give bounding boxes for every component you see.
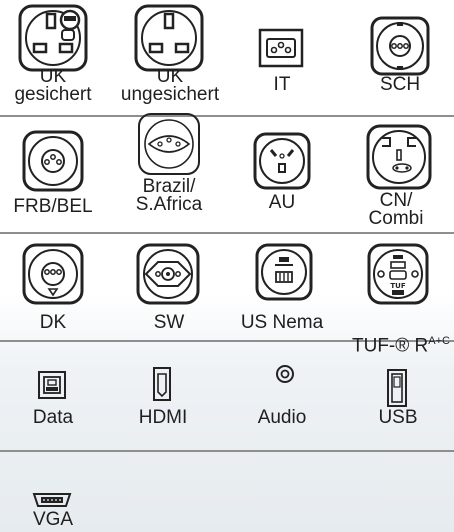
socket-label: TUF-® RA+C [340,314,454,355]
socket-label: SCH [379,74,421,95]
audio-jack-icon [274,363,296,385]
tuf-socket-icon: TUF [367,243,429,305]
hdmi-port-icon [152,366,172,402]
chinese-combi-socket-icon [366,124,432,190]
socket-label: DK [39,312,67,333]
schuko-socket-icon [370,16,430,76]
port-label: USB [378,407,418,428]
socket-label: UK ungesichert [120,66,220,105]
socket-label: IT [273,74,291,95]
port-label: Data [32,407,74,428]
row-divider [0,115,454,117]
brazil-socket-icon [137,112,201,176]
french-belgian-socket-icon [22,130,84,192]
socket-label: Brazil/ S.Africa [135,176,203,215]
socket-label: SW [153,312,185,333]
vga-port-icon [32,492,72,508]
tuf-label-text: TUF-® R [352,335,429,357]
port-label: Audio [257,407,307,428]
socket-label: UK gesichert [14,66,92,105]
ethernet-port-icon [37,370,67,400]
uk-socket-unsecured-icon [134,4,204,72]
row-divider [0,232,454,234]
port-label: HDMI [138,407,188,428]
socket-label: US Nema [240,312,324,333]
svg-text:TUF: TUF [390,282,405,290]
socket-overview: UK gesichert UK ungesichert IT SCH FRB/B… [0,0,454,532]
socket-label: FRB/BEL [13,196,93,217]
australian-socket-icon [253,132,311,190]
uk-socket-secured-icon [18,4,88,72]
danish-socket-icon [22,243,84,305]
usb-port-icon [386,368,408,408]
swiss-socket-icon [136,243,200,305]
socket-label: AU [268,192,296,213]
italian-socket-icon [258,28,304,68]
port-label: VGA [32,509,74,530]
row-divider [0,450,454,452]
socket-label: CN/ Combi [368,190,424,229]
tuf-label-superscript: A+C [428,335,450,347]
us-nema-socket-icon [255,243,313,301]
